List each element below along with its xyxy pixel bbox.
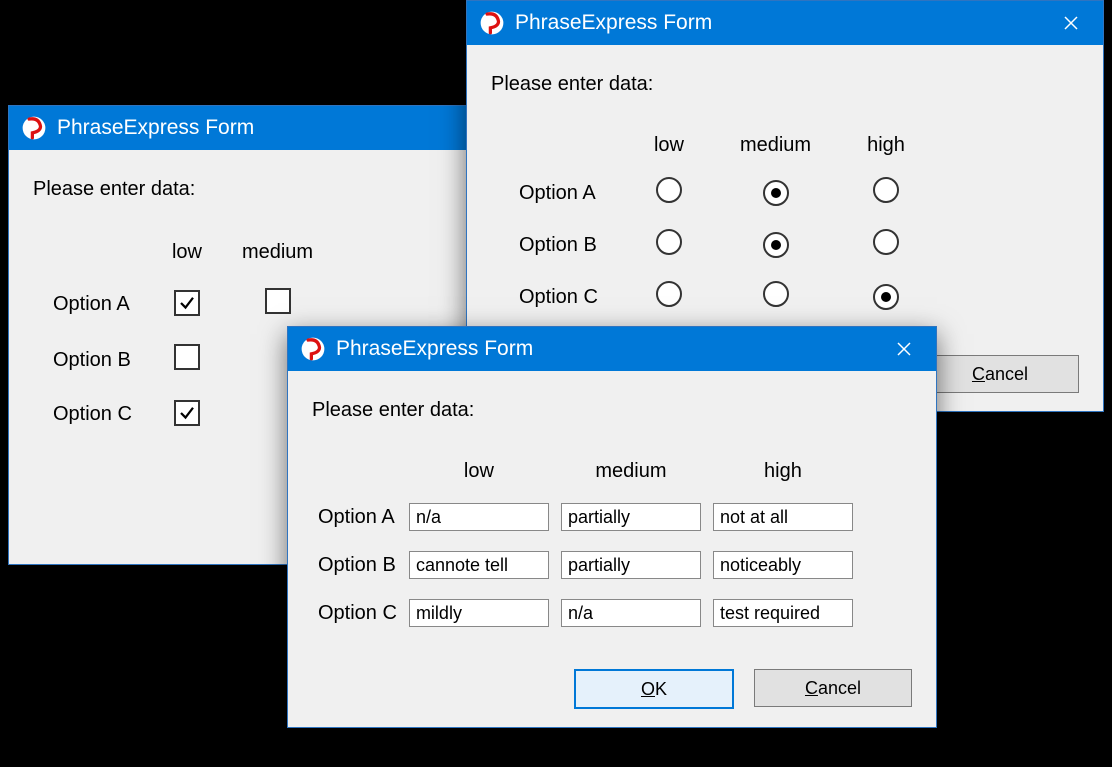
cancel-button[interactable]: Cancel	[754, 669, 912, 707]
col-header-high: high	[707, 450, 859, 493]
radio-B-high[interactable]	[873, 229, 899, 255]
radio-grid: low medium high Option A Option B Option…	[491, 124, 933, 323]
window-title: PhraseExpress Form	[336, 337, 882, 361]
text-grid: low medium high Option A Option B Option…	[312, 450, 859, 637]
row-label: Option A	[312, 493, 403, 541]
col-header-high: high	[839, 124, 933, 167]
radio-B-low[interactable]	[656, 229, 682, 255]
col-header-medium: medium	[222, 229, 333, 276]
row-label: Option B	[312, 541, 403, 589]
radio-A-high[interactable]	[873, 177, 899, 203]
titlebar[interactable]: PhraseExpress Form	[9, 106, 471, 150]
ok-button[interactable]: OK	[574, 669, 734, 709]
checkbox-B-low[interactable]	[174, 344, 200, 370]
radio-C-high[interactable]	[873, 284, 899, 310]
window-title: PhraseExpress Form	[515, 11, 1049, 35]
cancel-label-rest: ancel	[985, 364, 1028, 384]
titlebar[interactable]: PhraseExpress Form	[467, 1, 1103, 45]
text-B-low[interactable]	[409, 551, 549, 579]
row-label: Option C	[491, 271, 626, 323]
text-C-medium[interactable]	[561, 599, 701, 627]
radio-C-low[interactable]	[656, 281, 682, 307]
row-label: Option C	[312, 589, 403, 637]
row-label: Option C	[33, 388, 152, 440]
col-header-medium: medium	[555, 450, 707, 493]
checkbox-A-medium[interactable]	[265, 288, 291, 314]
row-label: Option A	[491, 167, 626, 219]
text-A-medium[interactable]	[561, 503, 701, 531]
text-A-high[interactable]	[713, 503, 853, 531]
col-header-medium: medium	[712, 124, 839, 167]
titlebar[interactable]: PhraseExpress Form	[288, 327, 936, 371]
app-icon	[300, 336, 326, 362]
app-icon	[479, 10, 505, 36]
text-C-low[interactable]	[409, 599, 549, 627]
row-label: Option B	[33, 332, 152, 388]
cancel-button[interactable]: Cancel	[921, 355, 1079, 393]
close-icon[interactable]	[1049, 1, 1093, 45]
col-header-low: low	[152, 229, 222, 276]
text-A-low[interactable]	[409, 503, 549, 531]
window-title: PhraseExpress Form	[57, 116, 461, 140]
radio-C-medium[interactable]	[763, 281, 789, 307]
text-B-high[interactable]	[713, 551, 853, 579]
text-C-high[interactable]	[713, 599, 853, 627]
form-window-texts: PhraseExpress Form Please enter data: lo…	[287, 326, 937, 728]
radio-B-medium[interactable]	[763, 232, 789, 258]
row-label: Option A	[33, 276, 152, 332]
radio-A-low[interactable]	[656, 177, 682, 203]
prompt-text: Please enter data:	[491, 73, 1079, 96]
close-icon[interactable]	[882, 327, 926, 371]
col-header-low: low	[403, 450, 555, 493]
prompt-text: Please enter data:	[312, 399, 912, 422]
text-B-medium[interactable]	[561, 551, 701, 579]
prompt-text: Please enter data:	[33, 178, 447, 201]
radio-A-medium[interactable]	[763, 180, 789, 206]
checkbox-C-low[interactable]	[174, 400, 200, 426]
col-header-low: low	[626, 124, 712, 167]
row-label: Option B	[491, 219, 626, 271]
checkbox-A-low[interactable]	[174, 290, 200, 316]
app-icon	[21, 115, 47, 141]
